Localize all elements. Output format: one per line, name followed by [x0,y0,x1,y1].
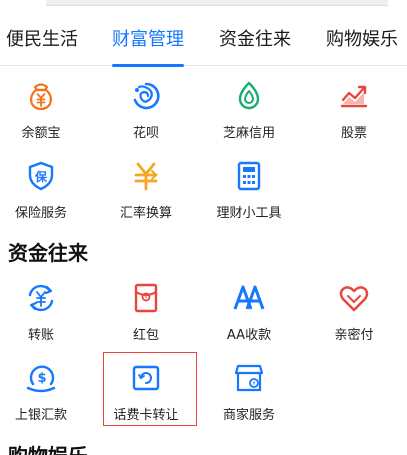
remittance-icon: $ [26,365,56,393]
svg-text:$: $ [37,371,46,386]
grid-item-label: 芝麻信用 [222,126,275,141]
grid-item-sesame-credit[interactable]: 芝麻信用 [199,80,299,141]
merchant-service-icon: ¥ [234,364,264,392]
tab-wealth[interactable]: 财富管理 [112,14,184,67]
grid-item-label: 汇率换算 [119,206,172,221]
calculator-icon [237,161,261,191]
grid-item-label: 亲密付 [334,328,374,343]
grid-item-label: 转账 [27,328,54,343]
category-tabs: 便民生活 财富管理 资金往来 购物娱乐 [0,14,407,67]
svg-text:¥: ¥ [144,295,147,301]
section-title-shopping: 购物娱乐 [8,440,88,455]
grid-item-stock[interactable]: 股票 [304,80,404,141]
grid-item-label: 股票 [340,126,367,141]
transfer-icon [28,284,54,312]
section-title-funds: 资金往来 [8,241,88,265]
grid-item-label: 余额宝 [21,126,61,141]
grid-item-remittance[interactable]: $ 上银汇款 [0,362,91,423]
highlight-box [103,352,197,426]
tab-convenience[interactable]: 便民生活 [6,14,78,66]
status-area [0,0,407,14]
grid-item-label: 上银汇款 [14,408,67,423]
exchange-rate-icon [134,162,158,191]
red-envelope-icon: ¥ [134,283,158,313]
grid-item-merchant-service[interactable]: ¥ 商家服务 [199,362,299,423]
grid-item-label: 保险服务 [14,206,67,221]
aa-collect-icon [233,285,265,310]
grid-item-label: 理财小工具 [216,206,282,221]
insurance-shield-icon: 保 [28,161,54,191]
grid-item-yuebao[interactable]: 余额宝 [0,80,91,141]
svg-text:¥: ¥ [252,381,255,387]
grid-item-intimate-pay[interactable]: 亲密付 [304,282,404,343]
tab-shopping[interactable]: 购物娱乐 [326,14,398,66]
grid-item-label: 红包 [132,328,159,343]
svg-text:保: 保 [34,169,48,184]
search-bar-edge[interactable] [46,0,388,6]
grid-item-finance-tools[interactable]: 理财小工具 [199,160,299,221]
grid-item-red-envelope[interactable]: ¥ 红包 [96,282,196,343]
intimate-pay-heart-icon [339,286,369,312]
grid-item-huabei[interactable]: 花呗 [96,80,196,141]
tab-funds[interactable]: 资金往来 [219,14,291,66]
grid-item-label: 花呗 [132,126,159,141]
sesame-credit-icon [238,81,260,110]
grid-item-label: AA收款 [226,328,272,343]
grid-item-aa-collect[interactable]: AA收款 [199,282,299,343]
grid-item-transfer[interactable]: 转账 [0,282,91,343]
grid-item-exchange-rate[interactable]: 汇率换算 [96,160,196,221]
stock-chart-icon [340,85,368,108]
grid-item-label: 商家服务 [222,408,275,423]
yuebao-icon [30,83,52,111]
grid-item-insurance[interactable]: 保 保险服务 [0,160,91,221]
huabei-icon [133,82,160,110]
